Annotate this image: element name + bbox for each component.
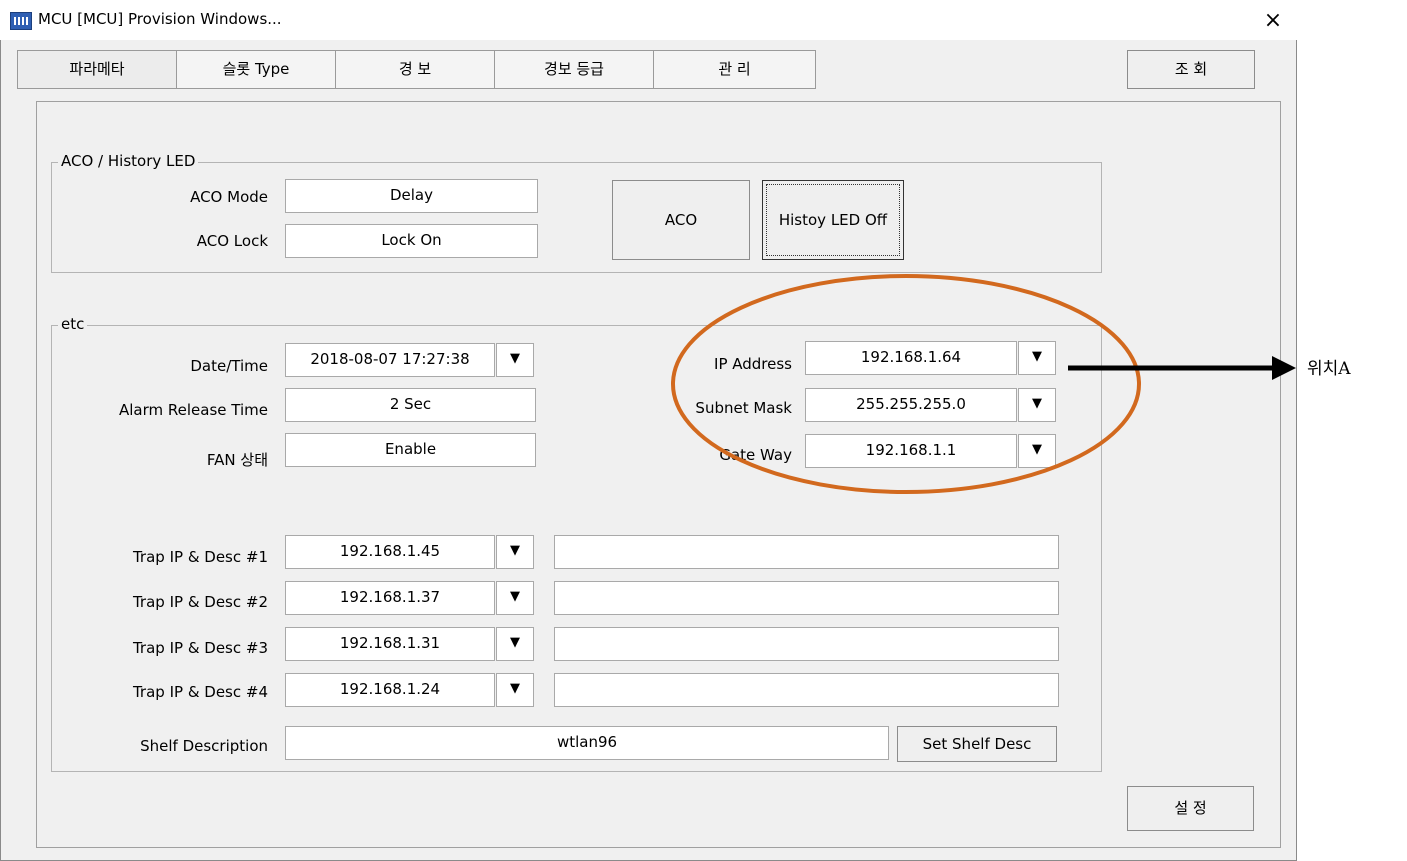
gateway-dropdown-icon[interactable]: ▼ (1018, 434, 1056, 468)
trap-ip-field[interactable]: 192.168.1.24 (285, 673, 495, 707)
trap-ip-dropdown-icon[interactable]: ▼ (496, 673, 534, 707)
close-icon[interactable]: × (1256, 4, 1290, 38)
tab-alarm[interactable]: 경 보 (335, 50, 495, 89)
trap-ip-field[interactable]: 192.168.1.31 (285, 627, 495, 661)
fan-status-label: FAN 상태 (206, 451, 268, 469)
aco-history-group (51, 162, 1102, 273)
trap-ip-field[interactable]: 192.168.1.37 (285, 581, 495, 615)
title-bar[interactable]: MCU [MCU] Provision Windows... × (0, 0, 1297, 40)
shelf-description-label: Shelf Description (140, 737, 268, 755)
trap-ip-dropdown-icon[interactable]: ▼ (496, 535, 534, 569)
aco-button[interactable]: ACO (612, 180, 750, 260)
aco-lock-field[interactable]: Lock On (285, 224, 538, 258)
query-button[interactable]: 조 회 (1127, 50, 1255, 89)
tab-alarm-grade[interactable]: 경보 등급 (494, 50, 654, 89)
gateway-label: Gate Way (719, 446, 792, 464)
date-time-field[interactable]: 2018-08-07 17:27:38 (285, 343, 495, 377)
app-icon (10, 12, 32, 30)
aco-group-title: ACO / History LED (58, 152, 199, 170)
annotation-label: 위치A (1307, 359, 1351, 379)
aco-lock-label: ACO Lock (196, 232, 268, 250)
subnet-mask-dropdown-icon[interactable]: ▼ (1018, 388, 1056, 422)
trap-label: Trap IP & Desc #2 (132, 593, 268, 611)
date-time-label: Date/Time (190, 357, 268, 375)
tab-parameter[interactable]: 파라메타 (17, 50, 177, 89)
set-shelf-desc-button[interactable]: Set Shelf Desc (897, 726, 1057, 762)
etc-group-title: etc (58, 315, 88, 333)
date-time-dropdown-icon[interactable]: ▼ (496, 343, 534, 377)
history-led-off-button[interactable]: Histoy LED Off (762, 180, 904, 260)
ip-address-label: IP Address (714, 355, 792, 373)
alarm-release-label: Alarm Release Time (119, 401, 268, 419)
subnet-mask-label: Subnet Mask (695, 399, 792, 417)
trap-label: Trap IP & Desc #1 (132, 548, 268, 566)
ip-address-dropdown-icon[interactable]: ▼ (1018, 341, 1056, 375)
shelf-description-field[interactable]: wtlan96 (285, 726, 889, 760)
aco-mode-label: ACO Mode (190, 188, 268, 206)
trap-desc-field[interactable] (554, 535, 1059, 569)
trap-ip-field[interactable]: 192.168.1.45 (285, 535, 495, 569)
trap-ip-dropdown-icon[interactable]: ▼ (496, 581, 534, 615)
trap-ip-dropdown-icon[interactable]: ▼ (496, 627, 534, 661)
window-title: MCU [MCU] Provision Windows... (38, 10, 282, 28)
ip-address-field[interactable]: 192.168.1.64 (805, 341, 1017, 375)
tab-slot-type[interactable]: 슬롯 Type (176, 50, 336, 89)
tab-management[interactable]: 관 리 (653, 50, 816, 89)
trap-desc-field[interactable] (554, 581, 1059, 615)
alarm-release-field[interactable]: 2 Sec (285, 388, 536, 422)
history-led-off-label: Histoy LED Off (766, 184, 900, 256)
set-button[interactable]: 설 정 (1127, 786, 1254, 831)
subnet-mask-field[interactable]: 255.255.255.0 (805, 388, 1017, 422)
fan-status-field[interactable]: Enable (285, 433, 536, 467)
trap-label: Trap IP & Desc #4 (132, 683, 268, 701)
gateway-field[interactable]: 192.168.1.1 (805, 434, 1017, 468)
trap-desc-field[interactable] (554, 673, 1059, 707)
trap-desc-field[interactable] (554, 627, 1059, 661)
aco-mode-field[interactable]: Delay (285, 179, 538, 213)
trap-label: Trap IP & Desc #3 (132, 639, 268, 657)
